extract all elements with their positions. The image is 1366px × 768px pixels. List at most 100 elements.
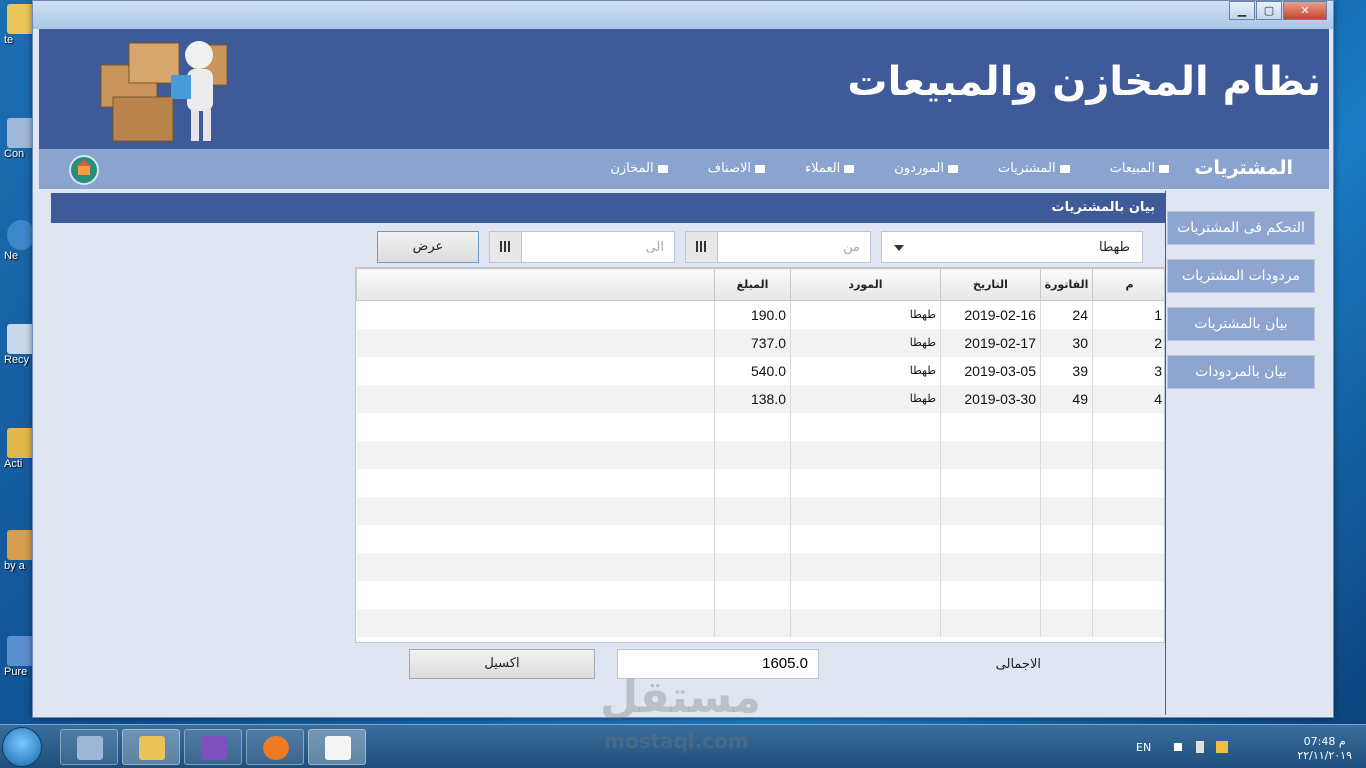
table-cell-empty (356, 300, 715, 329)
returns-report-button[interactable]: بيان بالمردودات (1167, 355, 1315, 389)
table-cell-empty (356, 356, 715, 385)
top-navbar: المخازن الاصناف العملاء الموردون المشتري… (39, 149, 1329, 189)
from-date-field[interactable]: من (685, 231, 871, 263)
nav-item-suppliers[interactable]: الموردون (894, 161, 958, 176)
firefox-icon (263, 736, 289, 760)
nav-item-label: الاصناف (707, 161, 752, 176)
start-button[interactable] (2, 727, 42, 767)
column-header-supplier[interactable]: المورد (790, 268, 941, 301)
taskbar-app-explorer[interactable] (122, 729, 180, 765)
nav-item-warehouses[interactable]: المخازن (610, 161, 668, 176)
table-row[interactable]: 138.0 طهطا 2019-03-30 49 4 (356, 384, 1164, 413)
battery-icon[interactable] (1196, 741, 1204, 753)
minimize-button[interactable]: ▁ (1229, 1, 1255, 20)
folder-icon (7, 4, 35, 34)
excel-export-button[interactable]: اكسيل (409, 649, 595, 679)
shortcut-icon (7, 530, 35, 560)
table-cell-date: 2019-03-30 (940, 384, 1041, 413)
taskbar-app-java[interactable] (308, 729, 366, 765)
column-header-empty (356, 268, 715, 301)
calendar-icon[interactable] (490, 232, 522, 262)
table-row-empty[interactable] (356, 412, 1164, 441)
table-cell-supplier: طهطا (790, 300, 941, 329)
close-button[interactable]: ✕ (1283, 1, 1327, 20)
table-cell-invoice: 24 (1040, 300, 1093, 329)
purchase-returns-button[interactable]: مردودات المشتريات (1167, 259, 1315, 293)
table-cell-index: 2 (1092, 328, 1164, 357)
window-controls: ▁ ▢ ✕ (1228, 1, 1327, 20)
money-icon (1159, 164, 1169, 173)
table-cell-index: 3 (1092, 356, 1164, 385)
nav-item-customers[interactable]: العملاء (805, 161, 855, 176)
table-row[interactable]: 540.0 طهطا 2019-03-05 39 3 (356, 356, 1164, 385)
nav-item-label: المشتريات (997, 161, 1056, 176)
column-header-invoice[interactable]: الفاتورة (1040, 268, 1093, 301)
table-row-empty[interactable] (356, 608, 1164, 637)
nav-item-sales[interactable]: المبيعات (1110, 161, 1169, 176)
purchases-control-button[interactable]: التحكم فى المشتريات (1167, 211, 1315, 245)
home-icon[interactable] (69, 155, 99, 185)
visual-studio-icon (201, 736, 227, 760)
to-date-field[interactable]: الى (489, 231, 675, 263)
table-cell-date: 2019-03-05 (940, 356, 1041, 385)
table-row-empty[interactable] (356, 524, 1164, 553)
table-cell-invoice: 30 (1040, 328, 1093, 357)
taskbar-app-visual-studio[interactable] (184, 729, 242, 765)
language-indicator[interactable]: EN (1136, 741, 1151, 754)
column-header-date[interactable]: التاريخ (940, 268, 1041, 301)
table-row[interactable]: 190.0 طهطا 2019-02-16 24 1 (356, 300, 1164, 329)
users-icon (947, 164, 958, 173)
system-tray: EN 07:48 م ٢٢/١١/٢٠١٩ (1116, 725, 1366, 768)
table-row-empty[interactable] (356, 552, 1164, 581)
supplier-select[interactable]: طهطا (881, 231, 1143, 263)
clock[interactable]: 07:48 م ٢٢/١١/٢٠١٩ (1297, 735, 1352, 763)
nav-item-items[interactable]: الاصناف (707, 161, 766, 176)
table-row-empty[interactable] (356, 580, 1164, 609)
table-header-row: المبلغ المورد التاريخ الفاتورة م (356, 268, 1164, 301)
tag-icon (755, 164, 766, 173)
column-header-index[interactable]: م (1092, 268, 1164, 301)
computer-icon (7, 118, 35, 148)
main-content: بيان بالمشتريات طهطا من الى عرض المبلغ ا… (51, 191, 1165, 715)
table-row-empty[interactable] (356, 468, 1164, 497)
table-cell-supplier: طهطا (790, 356, 941, 385)
purchases-report-button[interactable]: بيان بالمشتريات (1167, 307, 1315, 341)
nav-menu: المخازن الاصناف العملاء الموردون المشتري… (610, 161, 1169, 176)
warehouse-logo-icon (100, 41, 228, 142)
recycle-bin-icon (7, 324, 35, 354)
network-icon[interactable] (1174, 743, 1182, 751)
column-header-amount[interactable]: المبلغ (714, 268, 791, 301)
nav-item-purchases[interactable]: المشتريات (998, 161, 1070, 176)
window-titlebar[interactable]: ▁ ▢ ✕ (33, 1, 1333, 29)
java-icon (325, 736, 351, 760)
table-row[interactable]: 737.0 طهطا 2019-02-17 30 2 (356, 328, 1164, 357)
supplier-select-value: طهطا (1099, 240, 1130, 255)
table-row-empty[interactable] (356, 440, 1164, 469)
watermark-logo: مستقل (600, 672, 761, 723)
purchases-table: المبلغ المورد التاريخ الفاتورة م 190.0 ط… (355, 267, 1165, 643)
show-button[interactable]: عرض (377, 231, 479, 263)
shortcut-icon (7, 636, 35, 666)
nav-item-label: المبيعات (1109, 161, 1155, 176)
app-window: ▁ ▢ ✕ نظام المخازن والمبيعات المخازن الا… (32, 0, 1334, 718)
table-cell-invoice: 49 (1040, 384, 1093, 413)
taskbar-app-firefox[interactable] (246, 729, 304, 765)
volume-icon[interactable] (1216, 741, 1228, 753)
table-cell-amount: 190.0 (714, 300, 791, 329)
network-icon (7, 220, 35, 250)
nav-item-label: الموردون (894, 161, 944, 176)
taskbar-app-computer[interactable] (60, 729, 118, 765)
maximize-button[interactable]: ▢ (1256, 1, 1282, 20)
nav-item-label: المخازن (610, 161, 654, 176)
app-header: نظام المخازن والمبيعات (39, 29, 1329, 149)
total-label: الاجمالى (995, 657, 1041, 672)
calendar-icon[interactable] (686, 232, 718, 262)
content-header: بيان بالمشتريات (51, 193, 1165, 223)
folder-icon (139, 736, 165, 760)
from-date-placeholder: من (843, 240, 860, 255)
table-cell-date: 2019-02-16 (940, 300, 1041, 329)
table-cell-date: 2019-02-17 (940, 328, 1041, 357)
table-cell-supplier: طهطا (790, 384, 941, 413)
table-cell-index: 1 (1092, 300, 1164, 329)
table-row-empty[interactable] (356, 496, 1164, 525)
